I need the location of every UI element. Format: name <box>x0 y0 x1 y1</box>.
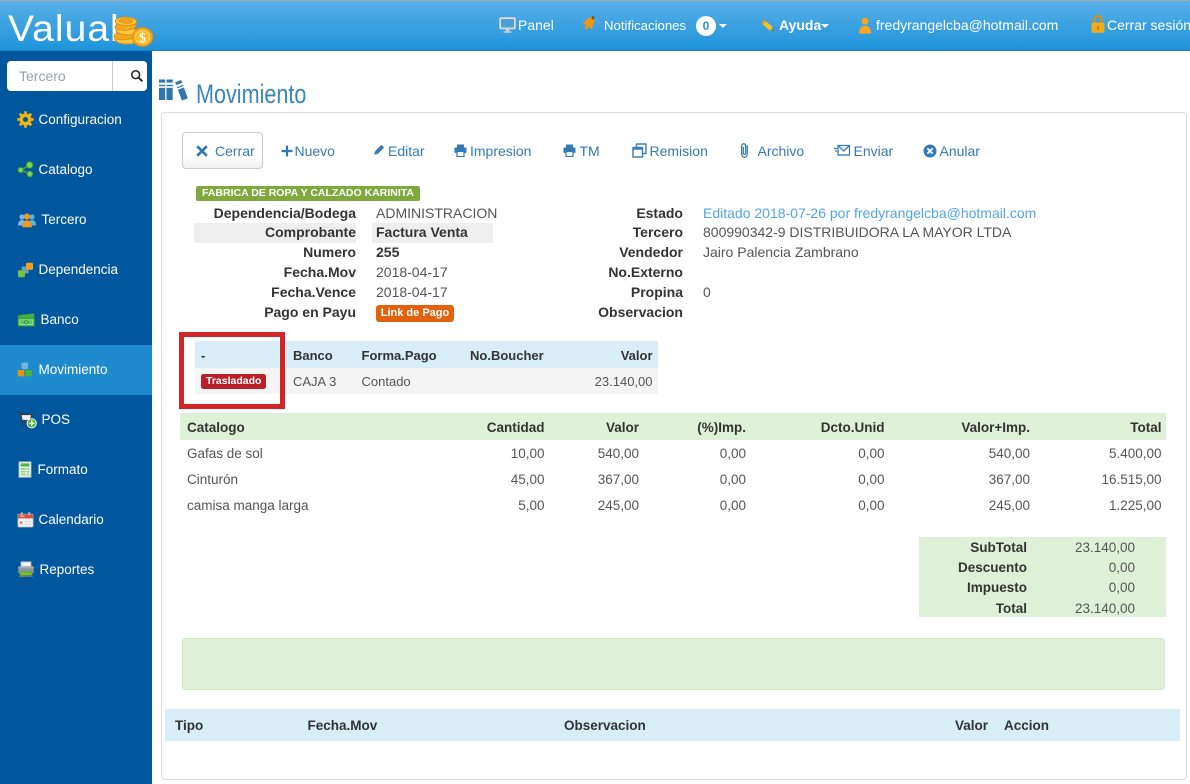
svg-text:$: $ <box>139 30 146 45</box>
